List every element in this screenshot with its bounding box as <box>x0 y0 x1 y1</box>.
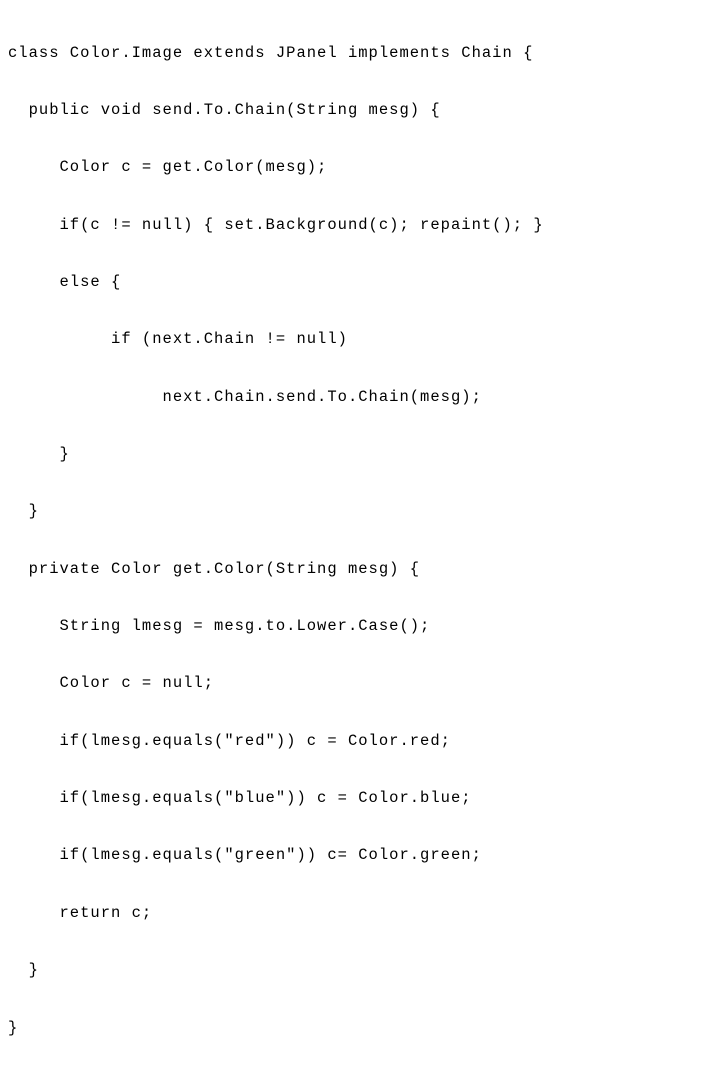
code-line: if (next.Chain != null) <box>8 325 712 354</box>
code-line: Color c = get.Color(mesg); <box>8 153 712 182</box>
code-line: else { <box>8 268 712 297</box>
code-line: private Color get.Color(String mesg) { <box>8 555 712 584</box>
code-line: } <box>8 440 712 469</box>
code-line: } <box>8 956 712 985</box>
code-line: public void send.To.Chain(String mesg) { <box>8 96 712 125</box>
code-line: Color c = null; <box>8 669 712 698</box>
code-line: } <box>8 1014 712 1043</box>
code-line: if(lmesg.equals("red")) c = Color.red; <box>8 727 712 756</box>
code-block: class Color.Image extends JPanel impleme… <box>8 10 712 1071</box>
code-line: String lmesg = mesg.to.Lower.Case(); <box>8 612 712 641</box>
code-line: next.Chain.send.To.Chain(mesg); <box>8 383 712 412</box>
code-line: return c; <box>8 899 712 928</box>
code-line: class Color.Image extends JPanel impleme… <box>8 39 712 68</box>
code-line: if(lmesg.equals("blue")) c = Color.blue; <box>8 784 712 813</box>
code-line: if(c != null) { set.Background(c); repai… <box>8 211 712 240</box>
code-line: if(lmesg.equals("green")) c= Color.green… <box>8 841 712 870</box>
code-line: } <box>8 497 712 526</box>
